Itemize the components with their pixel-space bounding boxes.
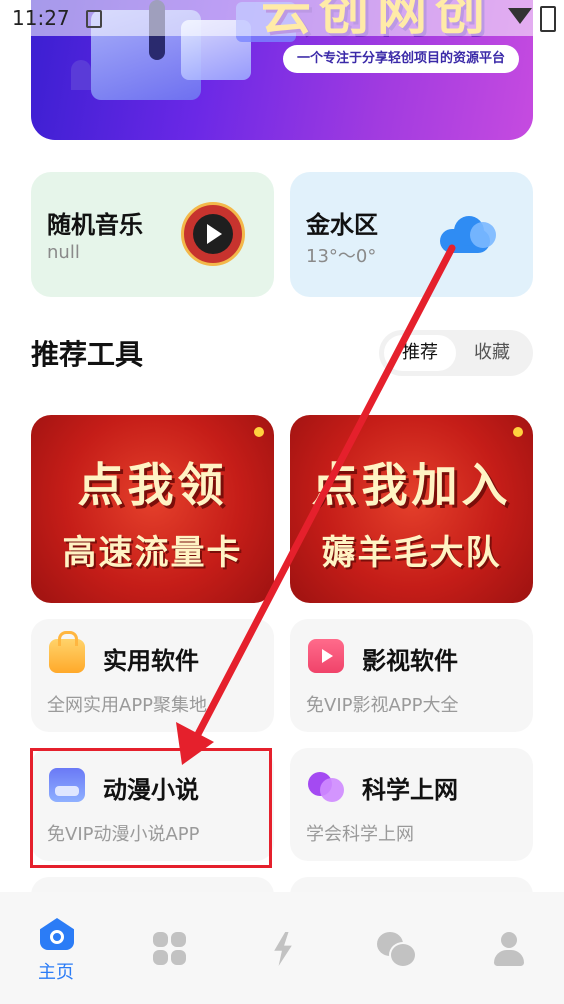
notification-icon <box>86 10 102 28</box>
section-title: 推荐工具 <box>31 338 144 371</box>
home-icon <box>40 918 74 950</box>
tool-description: 全网实用APP聚集地 <box>47 695 208 716</box>
tool-name: 实用软件 <box>103 647 199 675</box>
tool-card-vpn[interactable]: 科学上网 学会科学上网 <box>290 748 533 861</box>
promo-data-card[interactable]: 点我领 高速流量卡 <box>31 415 274 603</box>
bottom-nav: 主页 <box>0 892 564 1004</box>
tool-name: 影视软件 <box>362 647 458 675</box>
music-card-title: 随机音乐 <box>47 211 143 239</box>
video-icon <box>308 639 344 673</box>
tool-card-video-apps[interactable]: 影视软件 免VIP影视APP大全 <box>290 619 533 732</box>
cloud-icon <box>440 214 498 254</box>
tab-recommended[interactable]: 推荐 <box>384 335 456 371</box>
tab-favorites[interactable]: 收藏 <box>456 335 528 371</box>
user-icon <box>494 932 524 966</box>
promo-headline: 点我加入 <box>311 458 512 512</box>
promo-headline: 点我领 <box>77 458 228 512</box>
grid-icon <box>153 932 187 966</box>
status-bar: 11:27 <box>0 0 564 36</box>
nav-apps[interactable] <box>113 892 225 1004</box>
nav-home-label: 主页 <box>38 962 74 983</box>
banner-tagline: 一个专注于分享轻创项目的资源平台 <box>283 45 520 73</box>
weather-location: 金水区 <box>306 211 378 239</box>
annotation-highlight-box <box>30 748 272 868</box>
tab-switcher: 推荐 收藏 <box>379 330 533 376</box>
chat-icon <box>377 932 417 968</box>
promo-subline: 高速流量卡 <box>62 533 243 573</box>
nav-profile[interactable] <box>452 892 564 1004</box>
weather-card[interactable]: 金水区 13°～0° <box>290 172 533 297</box>
promo-join-group[interactable]: 点我加入 薅羊毛大队 <box>290 415 533 603</box>
music-card-subtitle: null <box>47 242 80 263</box>
play-icon <box>207 224 222 244</box>
nav-messages[interactable] <box>339 892 451 1004</box>
music-card[interactable]: 随机音乐 null <box>31 172 274 297</box>
promo-decoration-dot <box>254 427 264 437</box>
promo-subline: 薅羊毛大队 <box>321 533 502 573</box>
music-play-icon[interactable] <box>181 202 245 266</box>
wifi-icon <box>508 8 532 24</box>
lightning-icon <box>274 932 292 966</box>
tool-description: 学会科学上网 <box>306 824 414 845</box>
status-time: 11:27 <box>12 6 70 30</box>
bubbles-icon <box>308 768 344 802</box>
tool-card-utility-apps[interactable]: 实用软件 全网实用APP聚集地 <box>31 619 274 732</box>
shopping-bag-icon <box>49 631 85 673</box>
promo-decoration-dot <box>513 427 523 437</box>
tool-description: 免VIP影视APP大全 <box>306 695 459 716</box>
weather-temperature: 13°～0° <box>306 246 377 267</box>
banner-illustration-plant <box>71 60 91 90</box>
nav-home[interactable]: 主页 <box>0 892 112 1004</box>
nav-lightning[interactable] <box>226 892 338 1004</box>
tool-name: 科学上网 <box>362 776 458 804</box>
battery-icon <box>540 6 556 32</box>
